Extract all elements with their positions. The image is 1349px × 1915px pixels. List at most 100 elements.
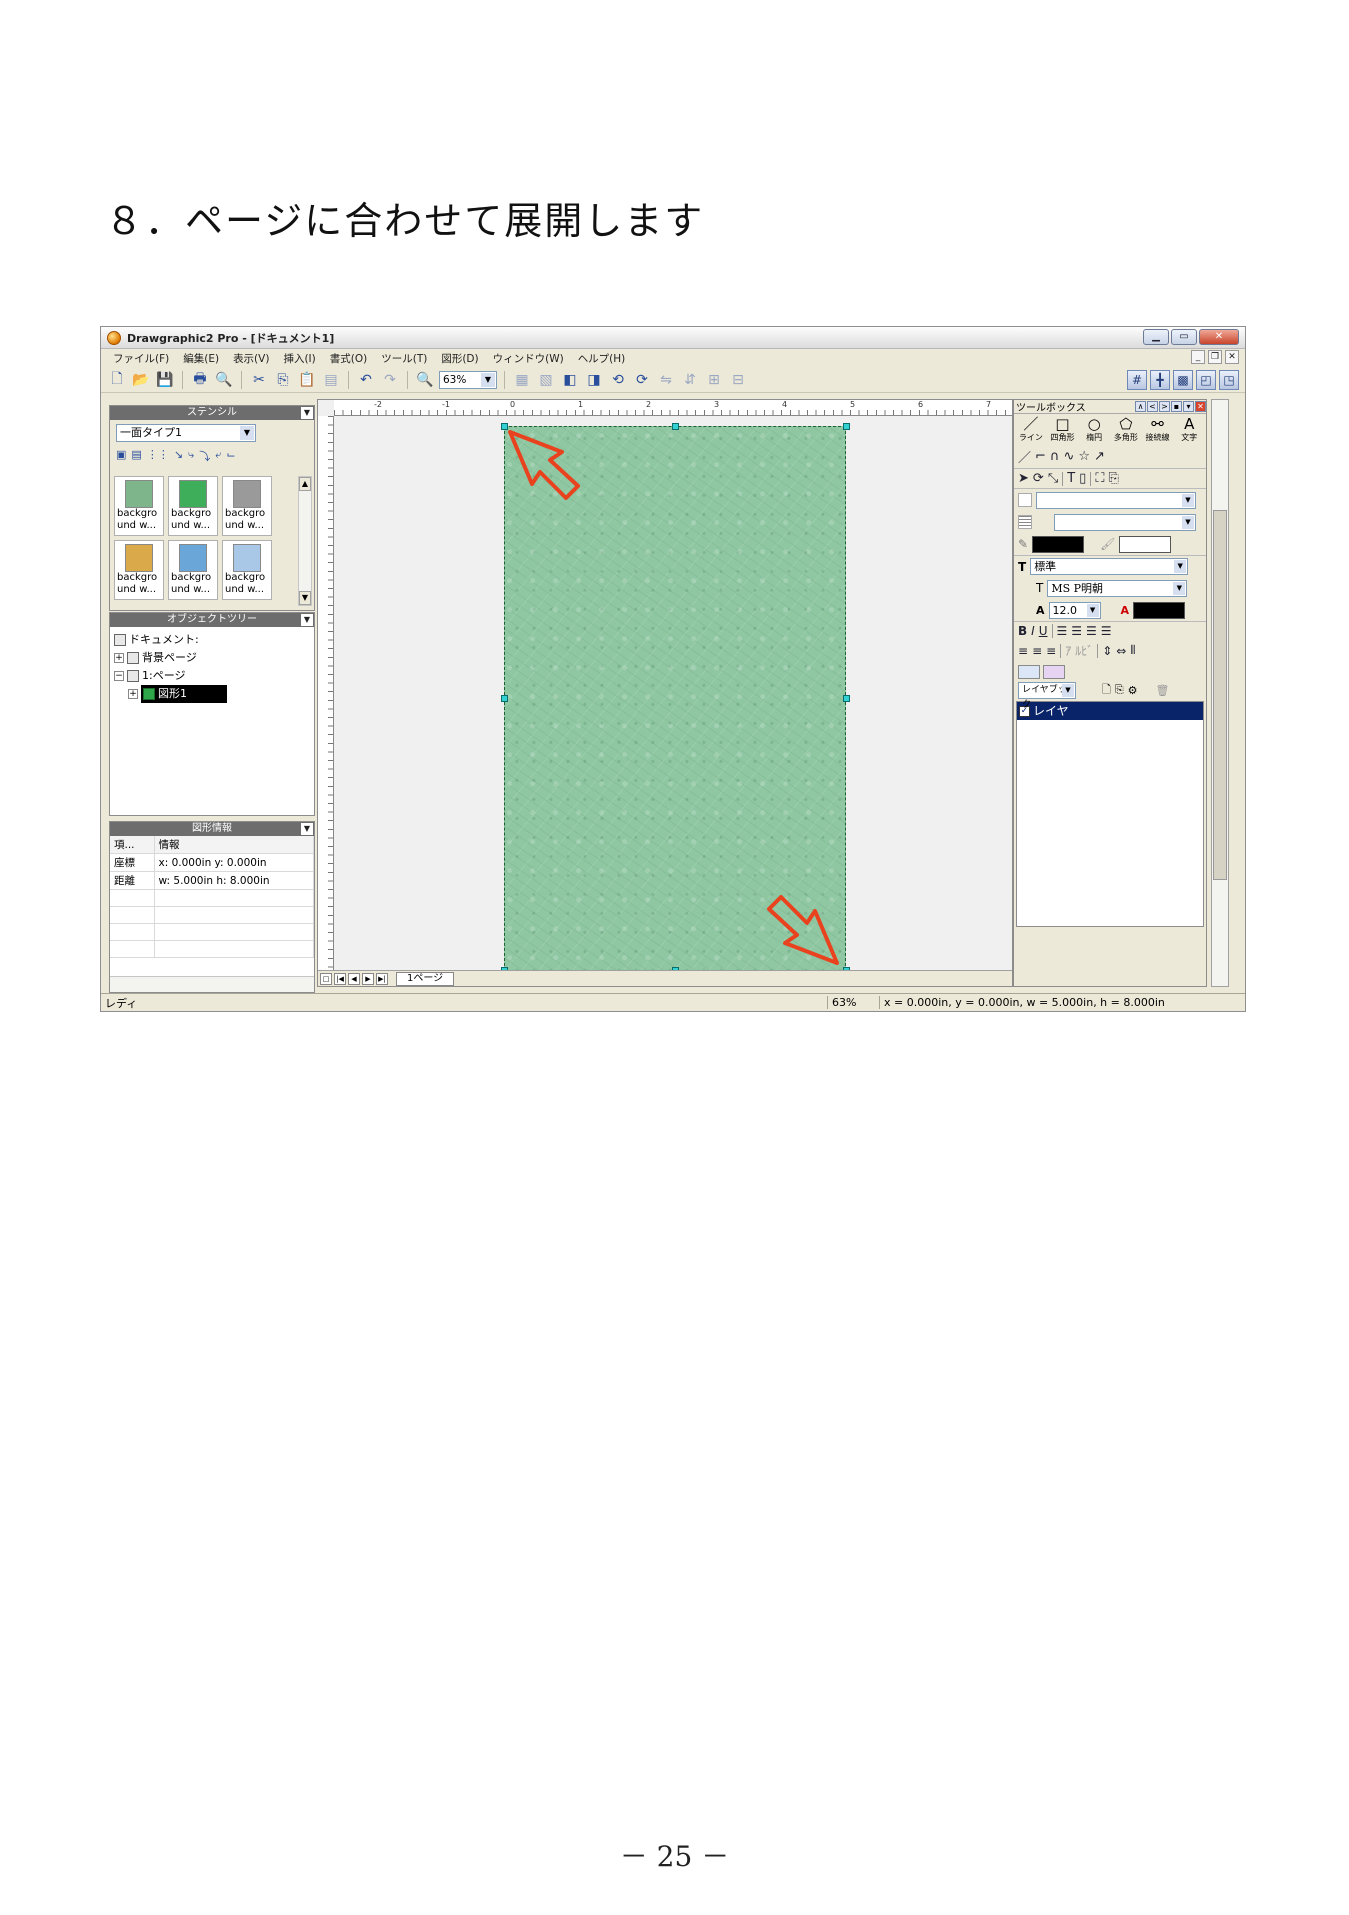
- new-document-icon[interactable]: 🗋: [107, 370, 127, 390]
- open-folder-icon[interactable]: 📂: [131, 370, 151, 390]
- copy-format-icon[interactable]: ⎘: [1108, 471, 1118, 486]
- stencil-item[interactable]: backgro und w...: [222, 540, 272, 600]
- column-header-item[interactable]: 項...: [110, 836, 155, 854]
- selection-handle[interactable]: [843, 423, 850, 430]
- dock-right-icon[interactable]: >: [1159, 401, 1170, 412]
- stencil-grid-icon[interactable]: ⋮⋮: [147, 448, 169, 464]
- connector-icon[interactable]: ⤷: [188, 448, 194, 464]
- layout-icon[interactable]: ◰: [1196, 370, 1216, 390]
- line-pattern-select[interactable]: [1054, 513, 1196, 531]
- copy-icon[interactable]: ⎘: [273, 370, 293, 390]
- line-tool-button[interactable]: ／ライン: [1016, 416, 1046, 443]
- connector-icon[interactable]: ⤶: [215, 448, 221, 464]
- stencil-select[interactable]: 一面タイプ1: [116, 424, 256, 442]
- zoom-icon[interactable]: 🔍: [415, 370, 435, 390]
- text-color-swatch[interactable]: [1133, 601, 1186, 619]
- flip-vertical-icon[interactable]: ⇵: [680, 370, 700, 390]
- guide-icon[interactable]: ╋: [1150, 370, 1170, 390]
- group-icon[interactable]: ▦: [512, 370, 532, 390]
- stencil-item[interactable]: backgro und w...: [114, 476, 164, 536]
- ruby-icon[interactable]: ｱ: [1065, 642, 1071, 659]
- star-icon[interactable]: ☆: [1078, 449, 1090, 464]
- tree-item-shape[interactable]: + 図形1: [114, 685, 310, 703]
- selection-handle[interactable]: [672, 423, 679, 430]
- align-right-icon[interactable]: ☰: [1086, 624, 1097, 638]
- menu-edit[interactable]: 編集(E): [183, 351, 219, 366]
- layer-settings-icon[interactable]: ⚙: [1128, 684, 1138, 697]
- column-header-info[interactable]: 情報: [154, 836, 314, 854]
- delete-layer-icon[interactable]: 🗑: [1156, 684, 1170, 697]
- last-page-icon[interactable]: ▶|: [376, 972, 388, 985]
- doc-close-button[interactable]: ✕: [1225, 350, 1239, 364]
- stencil-item[interactable]: backgro und w...: [222, 476, 272, 536]
- paste-special-icon[interactable]: ▤: [321, 370, 341, 390]
- text-style-select[interactable]: 標準: [1030, 558, 1189, 575]
- polyline-icon[interactable]: ⌐: [1035, 449, 1046, 464]
- selection-handle[interactable]: [501, 695, 508, 702]
- rectangle-tool-button[interactable]: □ 四角形: [1048, 416, 1078, 443]
- menu-file[interactable]: ファイル(F): [113, 351, 169, 366]
- page-view-icon[interactable]: □: [320, 972, 332, 985]
- doc-minimize-button[interactable]: _: [1191, 350, 1205, 364]
- bring-front-icon[interactable]: ◧: [560, 370, 580, 390]
- send-back-icon[interactable]: ◨: [584, 370, 604, 390]
- canvas-vertical-scrollbar[interactable]: [1211, 399, 1229, 987]
- valign-bottom-icon[interactable]: ≡: [1046, 644, 1056, 658]
- menu-tools[interactable]: ツール(T): [381, 351, 427, 366]
- valign-middle-icon[interactable]: ≡: [1032, 644, 1042, 658]
- scroll-down-icon[interactable]: ▼: [299, 591, 311, 605]
- stencil-item[interactable]: backgro und w...: [168, 476, 218, 536]
- snap-icon[interactable]: ▩: [1173, 370, 1193, 390]
- align-left-icon[interactable]: ☰: [1057, 624, 1068, 638]
- minimize-button[interactable]: ▁: [1143, 329, 1169, 345]
- ungroup-icon[interactable]: ▧: [536, 370, 556, 390]
- polygon-tool-button[interactable]: ⬠ 多角形: [1111, 416, 1141, 443]
- rotate-tool-icon[interactable]: ⟳: [1033, 471, 1044, 486]
- connector-tool-button[interactable]: ⚯ 接続線: [1143, 416, 1173, 443]
- print-icon[interactable]: 🖶: [190, 370, 210, 390]
- toolbox-close-icon[interactable]: ✕: [1195, 401, 1206, 412]
- align-icon[interactable]: ⊞: [704, 370, 724, 390]
- fill-pattern-select[interactable]: [1036, 491, 1196, 509]
- new-layer-icon[interactable]: 🗋: [1102, 681, 1111, 700]
- duplicate-layer-icon[interactable]: ⎘: [1115, 683, 1124, 697]
- fill-color-swatch[interactable]: [1119, 535, 1172, 553]
- stencil-scrollbar[interactable]: ▲ ▼: [298, 476, 312, 606]
- maximize-button[interactable]: ▭: [1171, 329, 1197, 345]
- layer-book-button[interactable]: レイヤブック: [1018, 681, 1076, 710]
- expand-icon[interactable]: +: [114, 653, 124, 663]
- ruby-settings-icon[interactable]: ﾙﾋﾞ: [1075, 642, 1093, 659]
- tree-item-document[interactable]: ドキュメント:: [114, 631, 310, 649]
- menu-help[interactable]: ヘルプ(H): [578, 351, 626, 366]
- panel-icon[interactable]: ◳: [1219, 370, 1239, 390]
- shape-info-menu-icon[interactable]: ▼: [301, 823, 313, 835]
- stencil-item[interactable]: backgro und w...: [168, 540, 218, 600]
- paste-icon[interactable]: 📋: [297, 370, 317, 390]
- list-item[interactable]: ✓ レイヤ: [1017, 702, 1203, 720]
- straight-line-icon[interactable]: ／: [1018, 447, 1031, 466]
- text-frame-icon[interactable]: T: [1067, 471, 1075, 486]
- font-size-select[interactable]: 12.0: [1048, 601, 1101, 619]
- close-button[interactable]: ✕: [1199, 329, 1239, 345]
- vertical-text-icon[interactable]: ▯: [1079, 471, 1086, 486]
- vertical-layout-icon[interactable]: ⫴: [1130, 643, 1135, 658]
- grid-icon[interactable]: #: [1127, 370, 1147, 390]
- bold-icon[interactable]: B: [1018, 624, 1027, 638]
- format-painter-icon[interactable]: ⛶: [1095, 471, 1104, 486]
- tab-layers[interactable]: [1018, 665, 1040, 679]
- distribute-icon[interactable]: ⊟: [728, 370, 748, 390]
- node-edit-icon[interactable]: ⤡: [1048, 471, 1058, 486]
- menu-shape[interactable]: 図形(D): [441, 351, 478, 366]
- selection-handle[interactable]: [843, 695, 850, 702]
- stencil-add-icon[interactable]: ▣: [116, 448, 126, 464]
- freehand-icon[interactable]: ∿: [1063, 449, 1074, 464]
- valign-top-icon[interactable]: ≡: [1018, 644, 1028, 658]
- menu-format[interactable]: 書式(O): [330, 351, 367, 366]
- next-page-icon[interactable]: ▶: [362, 972, 374, 985]
- stencil-item[interactable]: backgro und w...: [114, 540, 164, 600]
- ellipse-tool-button[interactable]: ○ 楕円: [1079, 416, 1109, 443]
- first-page-icon[interactable]: |◀: [334, 972, 346, 985]
- dock-left-icon[interactable]: <: [1147, 401, 1158, 412]
- scroll-up-icon[interactable]: ▲: [299, 477, 311, 491]
- line-color-swatch[interactable]: [1032, 535, 1085, 553]
